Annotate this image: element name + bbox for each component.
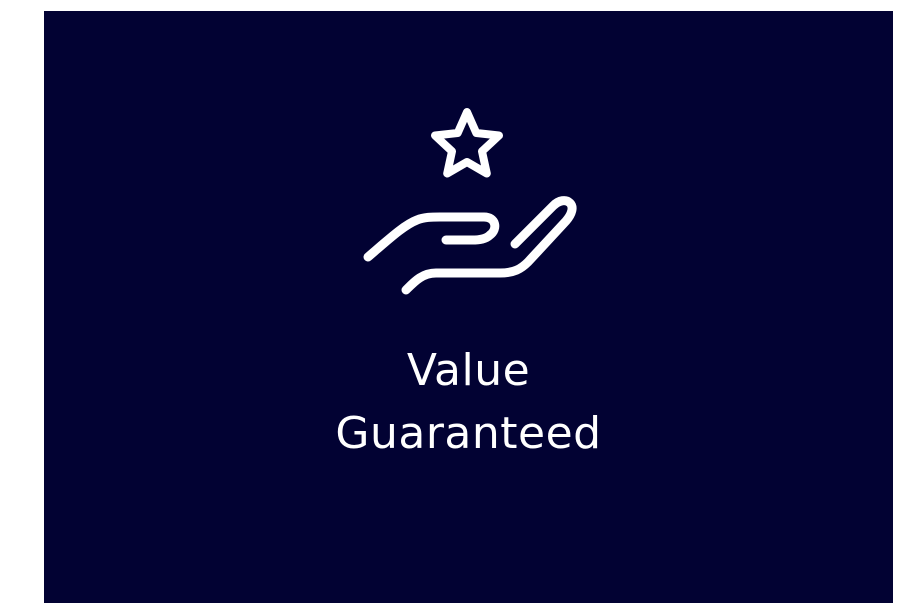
hand-holding-star-icon	[363, 108, 577, 295]
title-line-1: Value	[406, 345, 531, 396]
title-line-2: Guaranteed	[335, 408, 602, 459]
hand-icon	[363, 196, 577, 295]
star-icon	[431, 108, 503, 178]
value-guaranteed-card: Value Guaranteed	[44, 11, 893, 603]
